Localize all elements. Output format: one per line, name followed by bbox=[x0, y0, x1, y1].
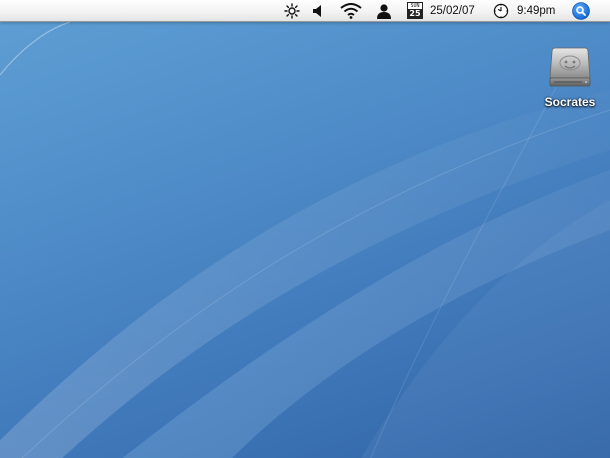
menubar-date[interactable]: 25/02/07 bbox=[430, 0, 486, 21]
calendar-date-label: 25 bbox=[408, 9, 422, 18]
user-icon[interactable] bbox=[375, 0, 393, 21]
menu-bar: SUN 25 25/02/07 9:49pm bbox=[0, 0, 610, 22]
wallpaper-arc bbox=[0, 21, 71, 76]
desktop-icon-socrates[interactable]: Socrates bbox=[536, 44, 604, 120]
aqua-wallpaper bbox=[0, 21, 610, 458]
calendar-icon[interactable]: SUN 25 bbox=[405, 0, 425, 21]
hard-drive-icon bbox=[549, 47, 591, 87]
volume-icon[interactable] bbox=[310, 0, 324, 21]
desktop-icon-label: Socrates bbox=[544, 95, 596, 109]
calendar-badge: SUN 25 bbox=[407, 2, 423, 19]
desktop[interactable]: SUN 25 25/02/07 9:49pm Socrates bbox=[0, 0, 610, 458]
menubar-clock[interactable]: 9:49pm bbox=[517, 0, 563, 21]
brightness-icon[interactable] bbox=[283, 0, 301, 21]
spotlight-search-icon[interactable] bbox=[572, 0, 590, 21]
wifi-icon[interactable] bbox=[340, 0, 362, 21]
clock-icon[interactable] bbox=[492, 0, 510, 21]
